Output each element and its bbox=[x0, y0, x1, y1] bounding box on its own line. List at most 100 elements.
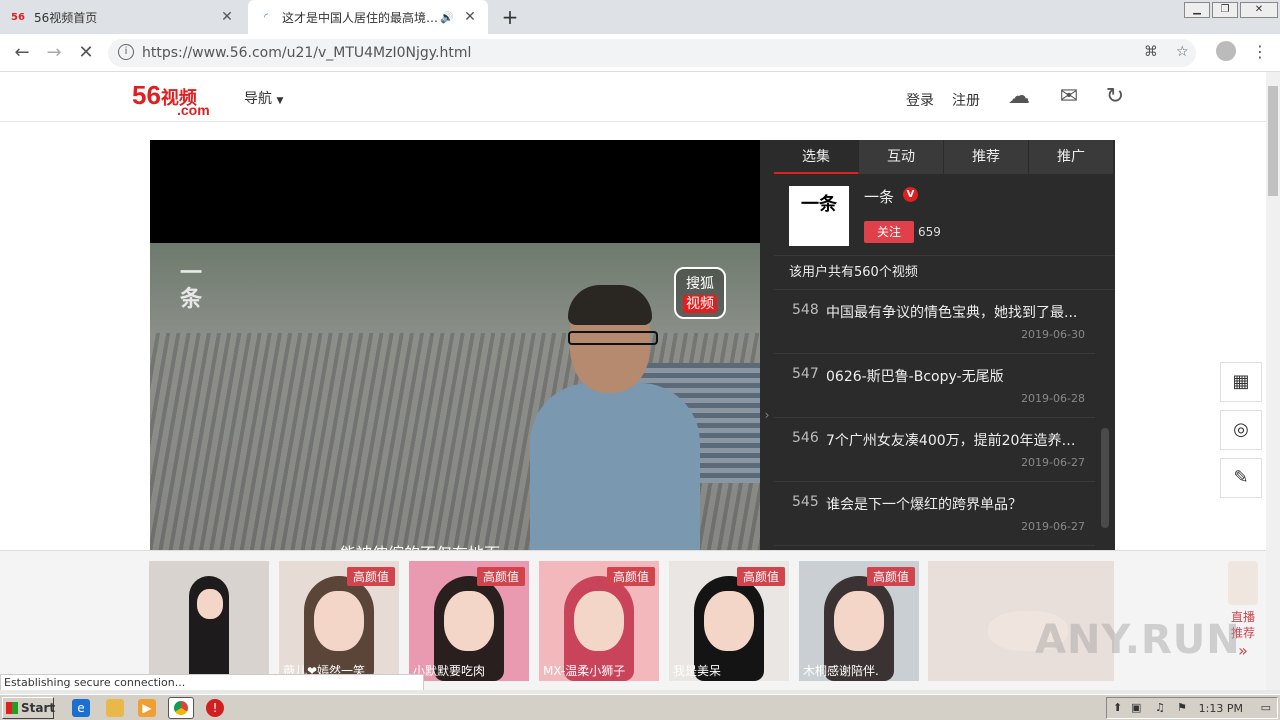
live-card[interactable] bbox=[149, 561, 269, 681]
feedback-edit-icon[interactable]: ✎ bbox=[1220, 458, 1262, 498]
watermark-top: 搜狐 bbox=[686, 276, 714, 292]
tab-episodes[interactable]: 选集 bbox=[774, 140, 859, 174]
url-text[interactable]: https://www.56.com/u21/v_MTU4MzI0Njgy.ht… bbox=[142, 45, 471, 61]
opera-icon[interactable]: ! bbox=[206, 699, 224, 717]
history-icon[interactable]: ↻ bbox=[1100, 84, 1130, 110]
tab-title: 这才是中国人居住的最高境界:5 bbox=[282, 10, 441, 25]
anyrun-watermark: ANY.RUN bbox=[1035, 617, 1241, 663]
media-player-icon[interactable]: ▶ bbox=[138, 699, 156, 717]
site-header: 56视频 .com 导航 ▼ 登录 注册 ☁ ✉ ↻ bbox=[0, 72, 1266, 122]
menu-icon[interactable]: ⋮ bbox=[1252, 42, 1268, 61]
list-item[interactable]: 545 谁会是下一个爆红的跨界单品？ 2019-06-27 bbox=[774, 482, 1095, 546]
card-badge: 高颜值 bbox=[476, 567, 525, 586]
video-date: 2019-06-27 bbox=[1021, 456, 1085, 469]
mail-icon[interactable]: ✉ bbox=[1054, 84, 1084, 110]
video-title[interactable]: 谁会是下一个爆红的跨界单品？ bbox=[826, 494, 1086, 514]
tab-recommend[interactable]: 推荐 bbox=[944, 140, 1029, 174]
tray-arrow-icon[interactable]: ⬆ bbox=[1113, 701, 1122, 714]
streamer-name: MX-温柔小狮子 bbox=[543, 664, 626, 678]
clock[interactable]: 1:13 PM bbox=[1199, 702, 1243, 715]
card-badge: 高颜值 bbox=[346, 567, 395, 586]
card-badge: 高颜值 bbox=[606, 567, 655, 586]
ie-icon[interactable]: e bbox=[72, 699, 90, 717]
speaker-icon[interactable]: 🔊 bbox=[440, 11, 454, 24]
restore-icon[interactable]: ❐ bbox=[1212, 2, 1238, 18]
address-bar[interactable]: i https://www.56.com/u21/v_MTU4MzI0Njgy.… bbox=[108, 39, 1196, 67]
windows-logo-icon bbox=[6, 702, 18, 714]
close-icon[interactable]: ✕ bbox=[219, 9, 235, 25]
list-scrollbar[interactable] bbox=[1101, 428, 1109, 528]
flag-icon[interactable]: ⚑ bbox=[1177, 701, 1187, 714]
live-card[interactable]: 高颜值 我是美呆 bbox=[669, 561, 789, 681]
lightbulb-icon[interactable]: ◎ bbox=[1220, 410, 1262, 450]
video-frame: 一条 搜狐 视频 bbox=[150, 243, 760, 550]
chrome-icon[interactable] bbox=[168, 697, 194, 719]
list-item[interactable]: 547 0626-斯巴鲁-Bcopy-无尾版 2019-06-28 bbox=[774, 354, 1095, 418]
browser-toolbar: ← → ✕ i https://www.56.com/u21/v_MTU4MzI… bbox=[0, 34, 1280, 72]
video-title[interactable]: 中国最有争议的情色宝典，她找到了最... bbox=[826, 302, 1086, 322]
panel-tabs: 选集 互动 推荐 推广 bbox=[774, 140, 1115, 174]
stop-icon[interactable]: ✕ bbox=[74, 42, 98, 64]
follow-button[interactable]: 关注 bbox=[864, 221, 914, 243]
info-icon[interactable]: i bbox=[118, 44, 134, 60]
video-date: 2019-06-30 bbox=[1021, 328, 1085, 341]
live-card[interactable]: 高颜值 小默默要吃肉 bbox=[409, 561, 529, 681]
live-card[interactable]: 高颜值 木桐感谢陪伴. bbox=[799, 561, 919, 681]
register-link[interactable]: 注册 bbox=[952, 90, 980, 110]
forward-icon[interactable]: → bbox=[42, 42, 66, 64]
card-badge: 高颜值 bbox=[736, 567, 785, 586]
channel-owner: 一条 一条 V 关注 659 bbox=[774, 174, 1115, 256]
page-scrollbar[interactable] bbox=[1266, 72, 1280, 690]
back-icon[interactable]: ← bbox=[10, 42, 34, 64]
video-title[interactable]: 7个广州女友凑400万，提前20年造养老... bbox=[826, 430, 1086, 450]
window-controls: ▁ ❐ ✕ bbox=[1182, 2, 1278, 18]
video-total: 该用户共有560个视频 bbox=[774, 256, 1115, 290]
live-avatar-icon bbox=[1228, 561, 1258, 605]
logo-number: 56 bbox=[132, 80, 161, 110]
tab-interact[interactable]: 互动 bbox=[859, 140, 944, 174]
video-player[interactable]: 一条 搜狐 视频 能被伸缩的不仅在地面 bbox=[150, 140, 760, 550]
folder-icon[interactable] bbox=[106, 699, 124, 717]
list-item[interactable]: 546 7个广州女友凑400万，提前20年造养老... 2019-06-27 bbox=[774, 418, 1095, 482]
caret-down-icon: ▼ bbox=[276, 96, 284, 106]
channel-avatar[interactable]: 一条 bbox=[789, 186, 849, 246]
login-link[interactable]: 登录 bbox=[906, 90, 934, 110]
star-icon[interactable]: ☆ bbox=[1176, 44, 1189, 60]
streamer-name: 木桐感谢陪伴. bbox=[803, 664, 879, 678]
minimize-icon[interactable]: ▁ bbox=[1184, 2, 1210, 18]
profile-avatar-icon[interactable] bbox=[1216, 41, 1236, 61]
new-tab-button[interactable]: + bbox=[498, 5, 522, 29]
show-desktop-icon[interactable]: ▭ bbox=[1261, 701, 1271, 714]
video-number: 546 bbox=[792, 430, 819, 446]
channel-watermark: 一条 bbox=[180, 261, 203, 312]
scrollbar-thumb[interactable] bbox=[1268, 86, 1278, 196]
upload-cloud-icon[interactable]: ☁ bbox=[1004, 84, 1034, 110]
video-list: 548 中国最有争议的情色宝典，她找到了最... 2019-06-30 547 … bbox=[774, 290, 1115, 550]
tab-active-video[interactable]: ◜ 这才是中国人居住的最高境界:5 🔊 ✕ bbox=[248, 0, 488, 34]
video-title[interactable]: 0626-斯巴鲁-Bcopy-无尾版 bbox=[826, 366, 1086, 386]
panel-toggle-chevron-icon[interactable]: › bbox=[760, 140, 774, 550]
site-logo[interactable]: 56视频 .com bbox=[132, 80, 210, 118]
card-badge: 高颜值 bbox=[866, 567, 915, 586]
live-card[interactable]: 高颜值 MX-温柔小狮子 bbox=[539, 561, 659, 681]
tab-56-home[interactable]: 56 56视频首页 ✕ bbox=[0, 0, 245, 34]
volume-icon[interactable]: ♫ bbox=[1155, 701, 1165, 714]
network-icon[interactable]: ▣ bbox=[1131, 701, 1141, 714]
close-window-icon[interactable]: ✕ bbox=[1240, 2, 1278, 18]
channel-name[interactable]: 一条 bbox=[864, 186, 894, 207]
loading-icon: ◜ bbox=[264, 11, 268, 23]
close-icon[interactable]: ✕ bbox=[462, 9, 478, 25]
live-card[interactable]: 高颜值 薇儿❤嫣然一笑 bbox=[279, 561, 399, 681]
tab-promote[interactable]: 推广 bbox=[1029, 140, 1114, 174]
qr-code-icon[interactable]: ▦ bbox=[1220, 362, 1262, 402]
start-button[interactable]: Start bbox=[2, 697, 55, 719]
list-item[interactable]: 548 中国最有争议的情色宝典，她找到了最... 2019-06-30 bbox=[774, 290, 1095, 354]
video-number: 547 bbox=[792, 366, 819, 382]
watermark-bottom: 视频 bbox=[683, 295, 717, 313]
verified-icon: V bbox=[903, 187, 918, 202]
person bbox=[530, 283, 700, 550]
translate-icon[interactable]: ⌘ bbox=[1144, 44, 1158, 60]
browser-tab-strip: 56 56视频首页 ✕ ◜ 这才是中国人居住的最高境界:5 🔊 ✕ + ▁ ❐ … bbox=[0, 0, 1280, 34]
nav-menu[interactable]: 导航 ▼ bbox=[244, 88, 283, 108]
video-date: 2019-06-28 bbox=[1021, 392, 1085, 405]
